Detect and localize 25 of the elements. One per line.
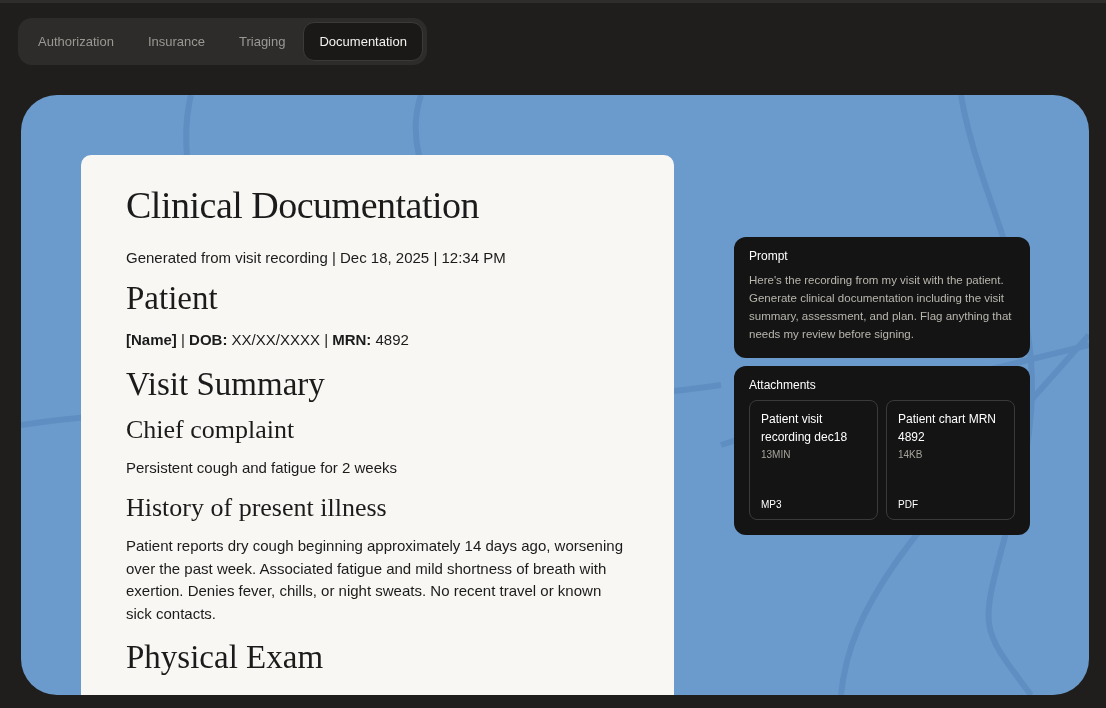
document-title: Clinical Documentation	[126, 183, 481, 227]
attachment-tile[interactable]: Patient chart MRN 4892 14KB PDF	[886, 400, 1015, 520]
document-meta: Generated from visit recording | Dec 18, 2025 | 12:34 PM	[126, 249, 507, 266]
subsection-heading: Chief complaint	[126, 414, 296, 445]
prompt-title: Prompt	[749, 249, 789, 263]
tab[interactable]: Insurance	[131, 22, 221, 61]
tab[interactable]: Authorization	[22, 22, 130, 61]
file-size: 13MIN	[761, 449, 792, 460]
file-type: PDF	[898, 499, 919, 510]
file-type: MP3	[761, 499, 783, 510]
attachments-title: Attachments	[749, 378, 817, 392]
section-heading: Physical Exam	[126, 639, 325, 676]
section-heading: Visit Summary	[126, 365, 326, 403]
prompt-text: Here's the recording from my visit with the patient. Generate clinical documentation including the visit summary, assessment, and plan. Flag anything that needs my review before signing.	[749, 273, 1013, 342]
tab[interactable]: Triaging	[223, 22, 302, 61]
tab[interactable]: Documentation	[303, 22, 423, 61]
paragraph: Patient reports dry cough beginning approximately 14 days ago, worsening over the past week. Associated fatigue and mild shortness of breath with exertion. Denies fever, chills, or night sweats. No recent travel or known sick contacts.	[126, 536, 624, 624]
subsection-heading: History of present illness	[126, 493, 388, 523]
patient-info: [Name] | DOB: XX/XX/XXXX | MRN: 4892	[126, 330, 410, 350]
paragraph: Persistent cough and fatigue for 2 weeks	[126, 457, 398, 478]
attachment-tile[interactable]: Patient visit recording dec18 13MIN MP3	[749, 400, 878, 520]
file-name: Patient chart MRN 4892	[898, 411, 998, 446]
file-size: 14KB	[898, 449, 924, 460]
section-heading: Patient	[126, 280, 219, 317]
file-name: Patient visit recording dec18	[761, 411, 849, 446]
